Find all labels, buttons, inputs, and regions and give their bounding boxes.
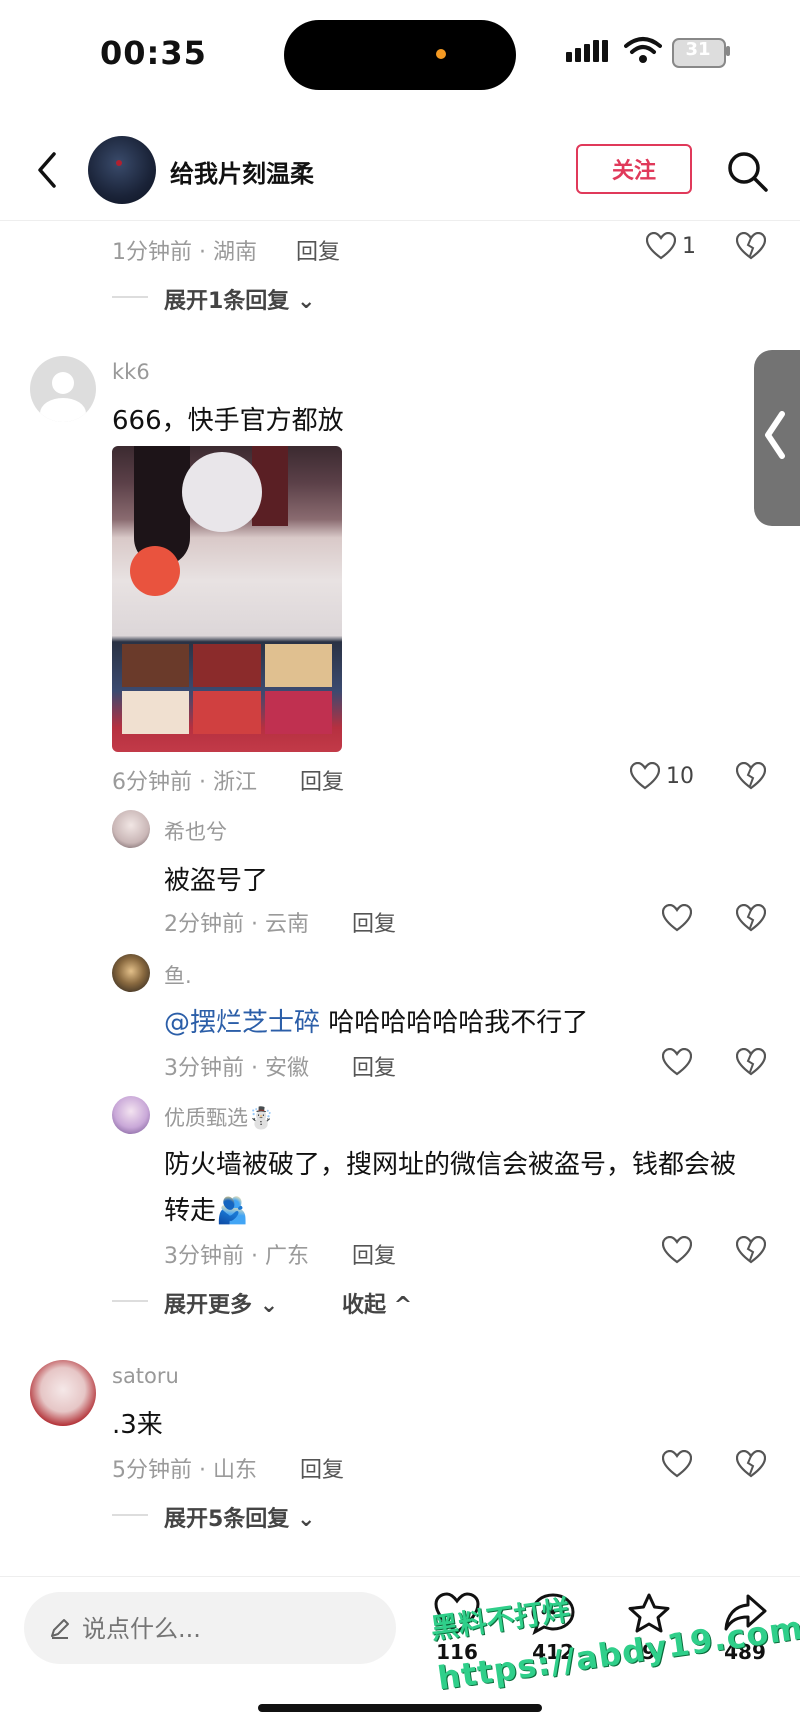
reply-text: 哈哈哈哈哈哈我不行了 (320, 1008, 589, 1038)
comment-text: .3来 (112, 1410, 163, 1440)
battery-cap (726, 46, 730, 56)
heart-icon[interactable] (662, 1236, 692, 1264)
dislike-icon[interactable] (736, 1236, 766, 1264)
dislike-icon[interactable] (736, 762, 766, 790)
collapse-label: 收起 (342, 1293, 387, 1318)
comment-username[interactable]: kk6 (112, 360, 150, 384)
pencil-icon (51, 1619, 69, 1639)
expand-replies-label: 展开1条回复 (164, 289, 290, 314)
avatar[interactable] (112, 810, 150, 848)
like-count: 10 (666, 764, 694, 789)
reply-text: 防火墙被破了，搜网址的微信会被盗号，钱都会被 (164, 1150, 737, 1180)
avatar[interactable] (112, 954, 150, 992)
header-divider (0, 220, 800, 221)
status-time: 00:35 (100, 34, 207, 72)
expand-more-button[interactable]: 展开更多 ⌄ (164, 1287, 278, 1319)
chevron-up-icon: ^ (393, 1293, 413, 1318)
reply-text: 转走 (164, 1196, 217, 1226)
dislike-icon[interactable] (736, 232, 766, 260)
back-icon[interactable] (34, 150, 60, 190)
mention-link[interactable]: @摆烂芝士碎 (164, 1008, 320, 1038)
cellular-signal-icon (566, 40, 611, 62)
snowman-emoji: ☃️ (248, 1106, 275, 1130)
search-icon[interactable] (726, 150, 770, 194)
dislike-icon[interactable] (736, 904, 766, 932)
avatar[interactable] (112, 1096, 150, 1134)
author-name[interactable]: 给我片刻温柔 (170, 154, 314, 189)
battery-level: 31 (685, 39, 711, 60)
reply-button[interactable]: 回复 (352, 1238, 396, 1270)
heart-icon[interactable] (630, 762, 660, 790)
dislike-icon[interactable] (736, 1450, 766, 1478)
expand-line (112, 1514, 148, 1516)
recording-indicator (436, 49, 446, 59)
expand-line (112, 296, 148, 298)
chevron-left-icon (765, 411, 785, 459)
expand-line (112, 1300, 148, 1302)
comment-meta: 1分钟前 · 湖南 (112, 240, 257, 265)
reply-username-row[interactable]: 优质甄选☃️ (164, 1102, 274, 1132)
reply-text-line2: 转走🫂 (164, 1190, 248, 1227)
collapse-button[interactable]: 收起 ^ (342, 1287, 412, 1319)
reply-text-line: @摆烂芝士碎 哈哈哈哈哈哈我不行了 (164, 1002, 588, 1039)
hug-emoji: 🫂 (216, 1196, 249, 1226)
reply-meta: 2分钟前 · 云南 (164, 912, 309, 937)
comment-image[interactable] (112, 446, 342, 752)
chevron-down-icon: ⌄ (259, 1293, 279, 1318)
expand-replies-button[interactable]: 展开5条回复 ⌄ (164, 1501, 315, 1533)
heart-icon[interactable] (646, 232, 676, 260)
expand-more-label: 展开更多 (164, 1293, 253, 1318)
bottom-bar-divider (0, 1576, 800, 1577)
reply-username: 优质甄选 (164, 1106, 248, 1130)
heart-icon[interactable] (662, 1048, 692, 1076)
avatar[interactable] (30, 356, 96, 422)
comment-text: 666，快手官方都放 (112, 406, 344, 436)
dislike-icon[interactable] (736, 1048, 766, 1076)
comment-username[interactable]: satoru (112, 1364, 179, 1388)
reply-button[interactable]: 回复 (300, 764, 344, 796)
wifi-icon (624, 37, 662, 63)
comment-input[interactable] (80, 1614, 384, 1644)
chevron-down-icon: ⌄ (296, 289, 316, 314)
comment-meta: 6分钟前 · 浙江 (112, 770, 257, 795)
author-avatar[interactable] (88, 136, 156, 204)
follow-button[interactable]: 关注 (576, 144, 692, 194)
chevron-down-icon: ⌄ (296, 1507, 316, 1532)
comment-meta: 5分钟前 · 山东 (112, 1458, 257, 1483)
home-indicator[interactable] (258, 1704, 542, 1712)
reply-button[interactable]: 回复 (352, 1050, 396, 1082)
avatar[interactable] (30, 1360, 96, 1426)
like-count: 1 (682, 234, 696, 259)
reply-button[interactable]: 回复 (300, 1452, 344, 1484)
expand-replies-label: 展开5条回复 (164, 1507, 290, 1532)
expand-replies-button[interactable]: 展开1条回复 ⌄ (164, 283, 315, 315)
heart-icon[interactable] (662, 904, 692, 932)
reply-meta: 3分钟前 · 安徽 (164, 1056, 309, 1081)
reply-meta: 3分钟前 · 广东 (164, 1244, 309, 1269)
heart-icon[interactable] (662, 1450, 692, 1478)
reply-username[interactable]: 鱼. (164, 960, 192, 990)
reply-username[interactable]: 希也兮 (164, 816, 227, 846)
reply-button[interactable]: 回复 (352, 906, 396, 938)
reply-text: 被盗号了 (164, 866, 269, 896)
reply-button[interactable]: 回复 (296, 234, 340, 266)
dynamic-island (284, 20, 516, 90)
